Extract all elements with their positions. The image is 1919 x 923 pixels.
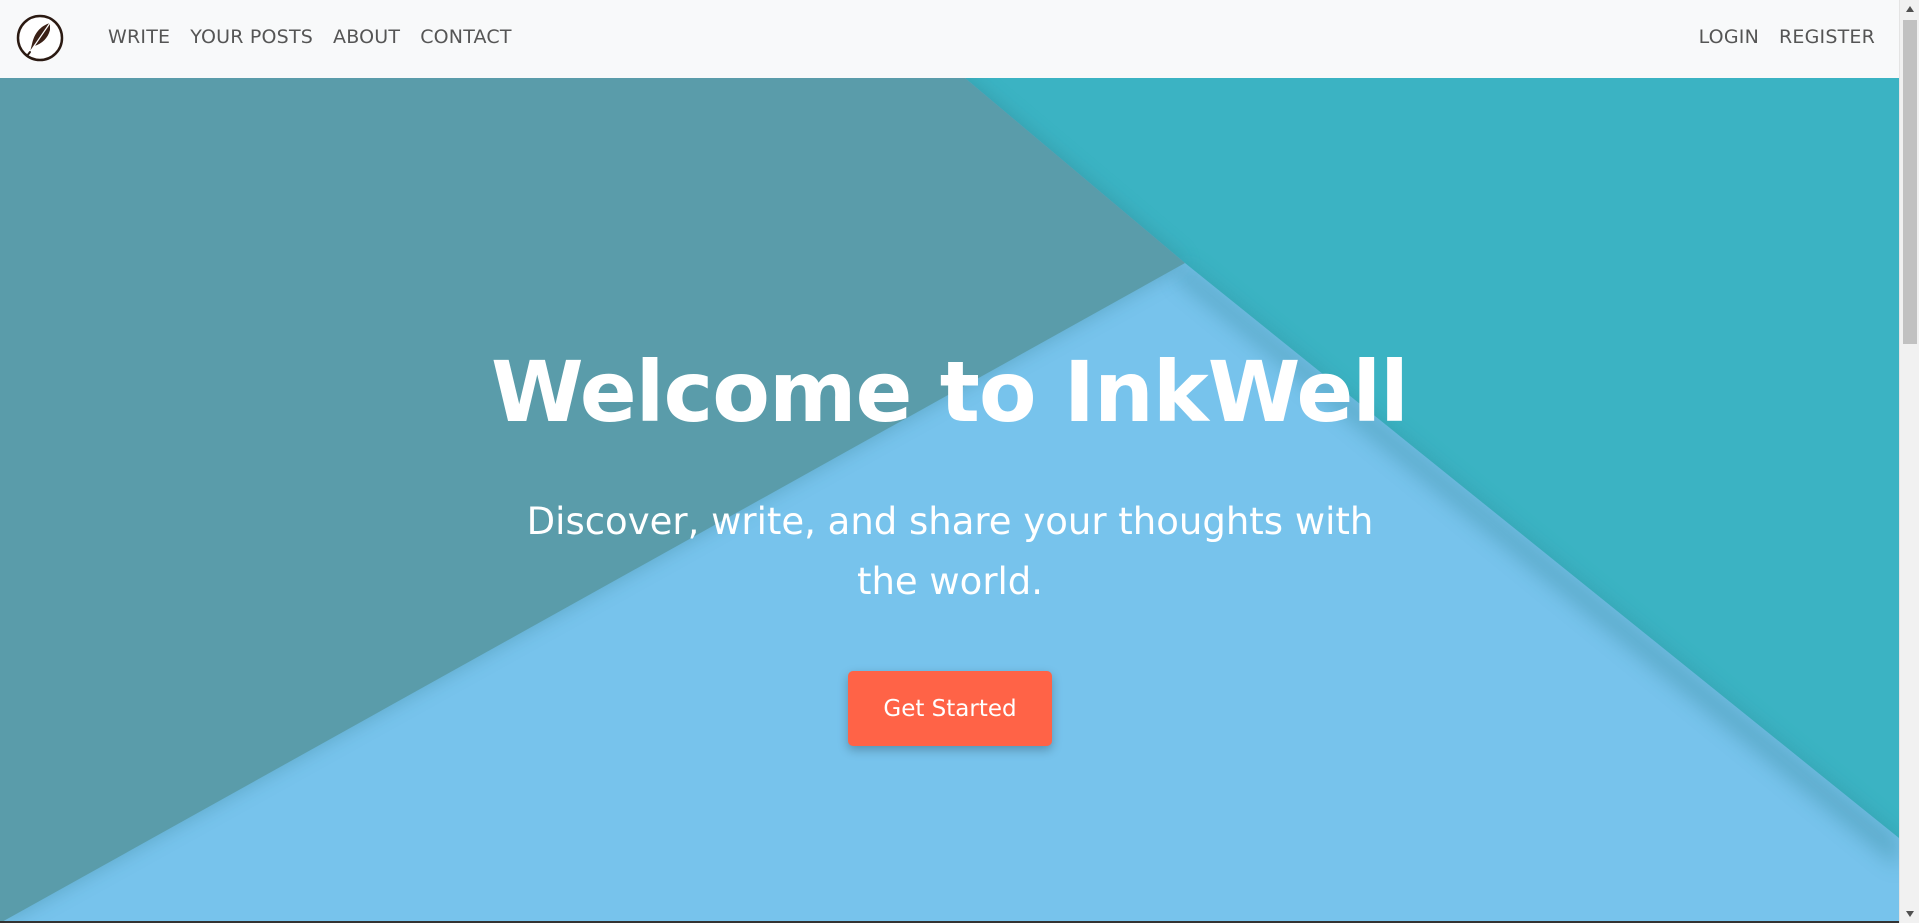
hero-title: Welcome to InkWell: [491, 343, 1409, 441]
nav-your-posts-link[interactable]: YOUR POSTS: [190, 26, 313, 48]
scroll-up-arrow-icon[interactable]: [1900, 0, 1919, 18]
hero-subtitle: Discover, write, and share your thoughts…: [526, 500, 1374, 603]
get-started-button[interactable]: Get Started: [848, 671, 1052, 746]
nav-write-link[interactable]: WRITE: [108, 26, 170, 48]
feather-logo-icon[interactable]: [16, 14, 64, 62]
hero-section: Welcome to InkWell Discover, write, and …: [0, 78, 1899, 923]
scrollbar-thumb[interactable]: [1903, 20, 1917, 344]
nav-about-link[interactable]: ABOUT: [333, 26, 400, 48]
nav-auth-links: LOGIN REGISTER: [1699, 0, 1875, 74]
nav-register-link[interactable]: REGISTER: [1779, 26, 1875, 48]
vertical-scrollbar[interactable]: [1899, 0, 1919, 923]
nav-login-link[interactable]: LOGIN: [1699, 26, 1759, 48]
hero-content: Welcome to InkWell Discover, write, and …: [0, 78, 1899, 923]
nav-contact-link[interactable]: CONTACT: [420, 26, 512, 48]
top-navbar: WRITE YOUR POSTS ABOUT CONTACT LOGIN REG…: [0, 0, 1899, 78]
scroll-down-arrow-icon[interactable]: [1900, 905, 1919, 923]
nav-main-links: WRITE YOUR POSTS ABOUT CONTACT: [108, 0, 512, 74]
